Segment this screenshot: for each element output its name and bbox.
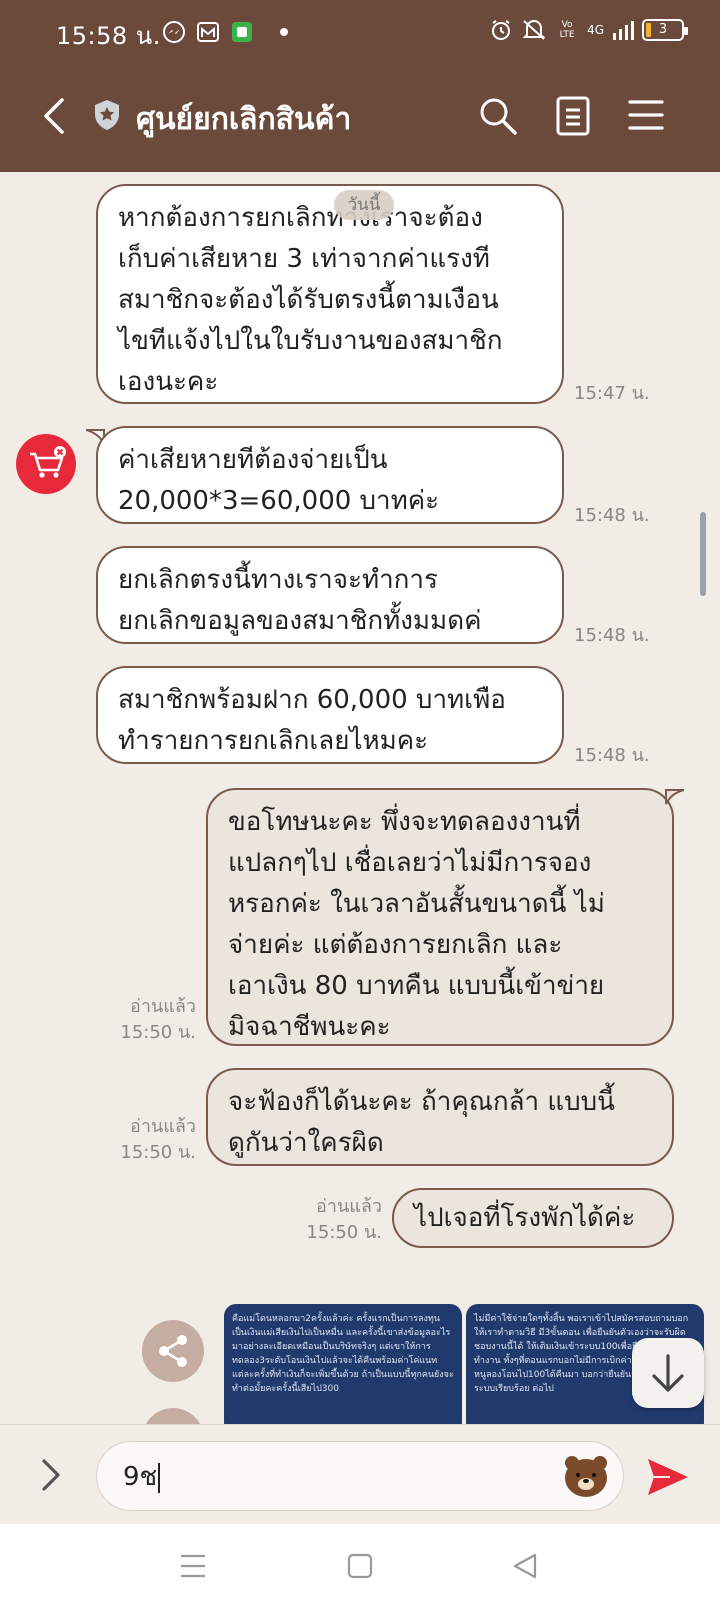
message-input-bar: 9ช [0,1424,720,1524]
chevron-right-icon[interactable] [36,1455,66,1495]
signal-icon [613,21,634,40]
search-icon[interactable] [478,96,518,136]
system-nav-bar [0,1524,720,1612]
avatar[interactable] [16,434,76,494]
message-time: 15:50 น. [306,1222,382,1243]
status-time: 15:58 น. [56,22,161,50]
message-time: 15:50 น. [120,1022,196,1043]
home-icon[interactable] [346,1552,374,1580]
message-bubble-outgoing[interactable]: ขอโทษนะคะ พึ่งจะทดลองงานที่ แปลกๆไป เชื่… [206,788,674,1046]
send-icon[interactable] [646,1455,690,1499]
message-bubble-incoming[interactable]: ยกเลิกตรงนี้ทางเราจะทำการ ยกเลิกขอมูลของ… [96,546,564,644]
read-receipt: อ่านแล้ว [130,996,196,1017]
nav-back-icon[interactable] [512,1552,538,1580]
share-icon [159,1335,187,1367]
message-bubble-outgoing[interactable]: จะฟ้องก็ได้นะคะ ถ้าคุณกล้า แบบนี้ ดูกันว… [206,1068,674,1166]
date-chip: วันนี้ [334,190,394,220]
app-notification-icon [197,22,219,42]
read-receipt: อ่านแล้ว [130,1116,196,1137]
message-bubble-outgoing[interactable]: ไปเจอที่โรงพักได้ค่ะ [392,1188,674,1248]
messenger-icon [163,21,185,43]
share-button[interactable] [142,1408,204,1424]
menu-icon[interactable] [628,98,664,132]
read-receipt: อ่านแล้ว [316,1196,382,1217]
message-time: 15:47 น. [574,383,650,404]
back-icon[interactable] [40,96,66,136]
mute-icon [522,20,546,40]
recent-apps-icon[interactable] [180,1552,206,1580]
message-input[interactable]: 9ช [96,1441,624,1511]
notes-icon[interactable] [556,96,590,136]
message-bubble-incoming[interactable]: ค่าเสียหายทีต้องจ่ายเป็น 20,000*3=60,000… [96,426,564,524]
message-time: 15:48 น. [574,505,650,526]
scrollbar[interactable] [700,512,706,596]
alarm-icon [492,20,511,40]
share-button[interactable] [142,1320,204,1382]
scroll-down-button[interactable] [632,1338,704,1408]
cart-cancel-icon [30,446,66,478]
volte-label: Vo LTE [559,20,575,40]
battery-icon: 3 [642,19,688,41]
arrow-down-icon [652,1354,684,1392]
image-message[interactable]: คือแม่โดนหลอกมา2ครั้งแล้วค่ะ ครั้งแรกเป็… [224,1304,462,1424]
text-caret [158,1462,161,1493]
status-bar: 15:58 น. Vo LTE 4G 3 [0,0,720,66]
message-time: 15:48 น. [574,625,650,646]
message-time: 15:48 น. [574,745,650,766]
message-bubble-incoming[interactable]: หากต้องการยกเลิกทางเราจะต้อง เก็บค่าเสีย… [96,184,564,404]
chat-area[interactable]: หากต้องการยกเลิกทางเราจะต้อง เก็บค่าเสีย… [0,172,720,1424]
shield-star-icon [95,100,119,130]
message-input-value: 9ช [123,1462,158,1492]
bubble-tail [665,789,684,805]
chat-title: ศูนย์ยกเลิกสินค้า [136,102,352,137]
message-bubble-incoming[interactable]: สมาชิกพร้อมฝาก 60,000 บาทเพือ ทำรายการยก… [96,666,564,764]
message-time: 15:50 น. [120,1142,196,1163]
battery-level: 3 [658,22,668,37]
sticker-bear-icon[interactable] [562,1453,610,1499]
android-app-icon [232,22,252,42]
chat-header: ศูนย์ยกเลิกสินค้า [0,66,720,172]
dot-icon [280,28,288,36]
network-label: 4G [587,23,604,37]
